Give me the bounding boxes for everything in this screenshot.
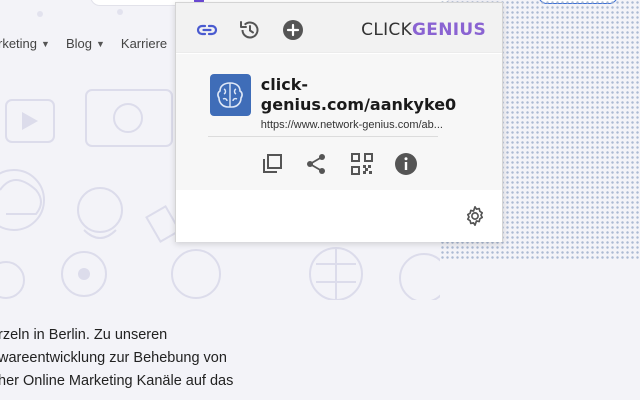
add-circle-icon[interactable] bbox=[281, 18, 305, 42]
brand-part-2: GENIUS bbox=[412, 20, 486, 40]
long-url: https://www.network-genius.com/ab... bbox=[260, 119, 443, 131]
brain-logo-icon bbox=[210, 74, 251, 116]
chevron-down-icon: ▼ bbox=[41, 38, 50, 49]
body-line: wareentwicklung zur Behebung von bbox=[0, 350, 227, 366]
info-icon[interactable] bbox=[392, 150, 420, 178]
qr-code-icon[interactable] bbox=[348, 150, 376, 178]
brand-part-1: CLICK bbox=[361, 20, 413, 40]
short-url[interactable]: click-genius.com/aankyke0 bbox=[261, 75, 502, 115]
clickgenius-popup: CLICKGENIUS click-genius.com/aankyke0 ht… bbox=[175, 2, 503, 242]
copy-icon[interactable] bbox=[258, 150, 286, 178]
divider bbox=[208, 136, 438, 137]
popup-footer bbox=[176, 190, 502, 242]
popup-body: click-genius.com/aankyke0 https://www.ne… bbox=[176, 54, 502, 190]
nav-item-karriere[interactable]: Karriere bbox=[121, 36, 167, 51]
decorative-dotted-shapes bbox=[37, 9, 123, 17]
gear-icon[interactable] bbox=[464, 205, 486, 227]
history-icon[interactable] bbox=[238, 18, 262, 42]
share-icon[interactable] bbox=[302, 150, 330, 178]
chevron-down-icon: ▼ bbox=[95, 38, 105, 49]
short-link-card: click-genius.com/aankyke0 https://www.ne… bbox=[210, 74, 502, 131]
body-line: rzeln in Berlin. Zu unseren bbox=[0, 327, 168, 343]
link-actions bbox=[176, 150, 502, 180]
brand-logo-text: CLICKGENIUS bbox=[361, 20, 486, 40]
body-line: her Online Marketing Kanäle auf das bbox=[0, 373, 234, 389]
link-texts: click-genius.com/aankyke0 https://www.ne… bbox=[261, 74, 502, 131]
link-icon[interactable] bbox=[195, 18, 219, 42]
popup-toolbar: CLICKGENIUS bbox=[176, 3, 502, 53]
website-body-text: rzeln in Berlin. Zu unseren wareentwickl… bbox=[0, 324, 233, 393]
nav-item-marketing[interactable]: rketing ▼ bbox=[0, 36, 50, 51]
nav-item-label: Karriere bbox=[120, 36, 168, 51]
nav-item-blog[interactable]: Blog ▼ bbox=[66, 36, 105, 51]
nav-item-label: Blog bbox=[65, 36, 92, 51]
nav-item-label: rketing bbox=[0, 36, 38, 51]
website-nav: rketing ▼ Blog ▼ Karriere bbox=[0, 36, 183, 51]
